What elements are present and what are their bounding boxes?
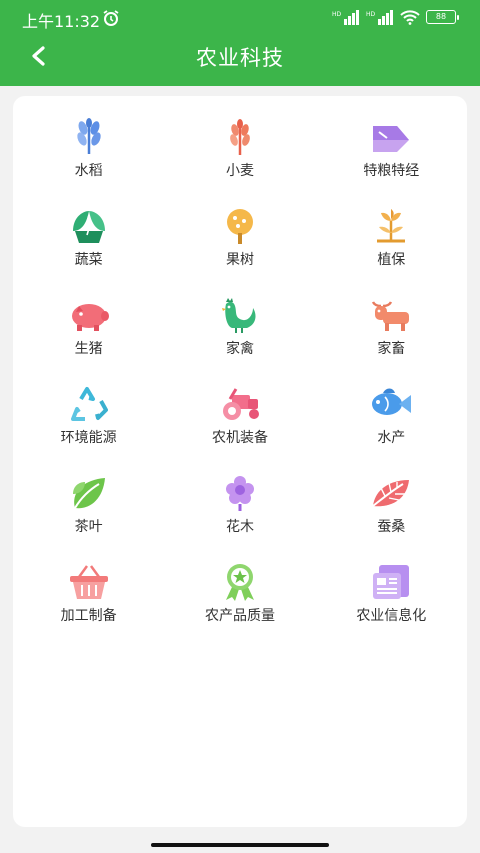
quality-badge-icon [225,564,254,601]
pig-icon [71,304,109,331]
app-header: 上午11:32 HD HD 88 农业科技 [0,0,480,86]
basket-icon [69,565,108,599]
category-fruit-trees[interactable]: 果树 [164,207,315,296]
category-aquatic[interactable]: 水产 [316,385,467,474]
category-label: 植保 [377,252,406,268]
wifi-icon [400,10,420,25]
category-label: 水稻 [74,163,103,179]
category-product-quality[interactable]: 农产品质量 [164,563,315,652]
category-label: 家畜 [377,341,406,357]
category-label: 环境能源 [60,430,117,446]
special-crop-icon [373,126,410,152]
fruit-tree-icon [226,209,253,244]
category-rice[interactable]: 水稻 [13,118,164,207]
plant-protection-icon [377,209,406,243]
signal-icon: HD [366,10,393,25]
vegetable-icon [72,211,105,243]
category-label: 农业信息化 [356,608,427,624]
mulberry-leaf-icon [372,480,410,507]
category-agri-machinery[interactable]: 农机装备 [164,385,315,474]
category-label: 农机装备 [211,430,268,446]
home-indicator[interactable] [151,843,329,847]
category-tea[interactable]: 茶叶 [13,474,164,563]
category-label: 花木 [225,519,254,535]
flower-icon [225,476,254,511]
category-pig[interactable]: 生猪 [13,296,164,385]
category-plant-protection[interactable]: 植保 [316,207,467,296]
category-wheat[interactable]: 小麦 [164,118,315,207]
category-card: 水稻 小麦 特粮特经 蔬菜 果树 植保 生猪 家禽 家畜 环境能源 农机装备 水… [13,96,467,827]
category-sericulture[interactable]: 蚕桑 [316,474,467,563]
info-document-icon [373,565,410,599]
category-label: 生猪 [74,341,103,357]
category-label: 特粮特经 [363,163,420,179]
category-label: 农产品质量 [204,608,275,624]
category-agri-informatization[interactable]: 农业信息化 [316,563,467,652]
recycle-icon [70,387,108,421]
category-grid: 水稻 小麦 特粮特经 蔬菜 果树 植保 生猪 家禽 家畜 环境能源 农机装备 水… [13,118,467,652]
fish-icon [372,388,412,415]
category-special-crops[interactable]: 特粮特经 [316,118,467,207]
status-icons: HD HD 88 [332,9,459,25]
category-label: 小麦 [225,163,254,179]
status-time: 上午11:32 [22,12,101,31]
category-label: 果树 [225,252,254,268]
category-flowers-trees[interactable]: 花木 [164,474,315,563]
category-livestock[interactable]: 家畜 [316,296,467,385]
alarm-icon [103,10,119,26]
category-label: 蔬菜 [74,252,103,268]
wheat-icon [230,119,250,155]
tractor-icon [222,388,259,420]
battery-level: 88 [435,12,447,21]
category-vegetables[interactable]: 蔬菜 [13,207,164,296]
category-processing[interactable]: 加工制备 [13,563,164,652]
category-label: 蚕桑 [377,519,406,535]
category-label: 水产 [377,430,406,446]
category-label: 茶叶 [74,519,103,535]
status-bar: 上午11:32 HD HD 88 [0,0,480,36]
rooster-icon [221,298,256,333]
svg-text:HD: HD [366,11,376,18]
cattle-icon [372,301,410,331]
tea-leaf-icon [72,478,105,509]
svg-text:HD: HD [332,11,342,18]
signal-icon: HD [332,10,359,25]
category-poultry[interactable]: 家禽 [164,296,315,385]
rice-icon [76,118,101,154]
category-label: 加工制备 [60,608,117,624]
battery-icon: 88 [426,10,459,24]
page-title: 农业科技 [196,46,284,70]
category-environment-energy[interactable]: 环境能源 [13,385,164,474]
category-label: 家禽 [225,341,254,357]
